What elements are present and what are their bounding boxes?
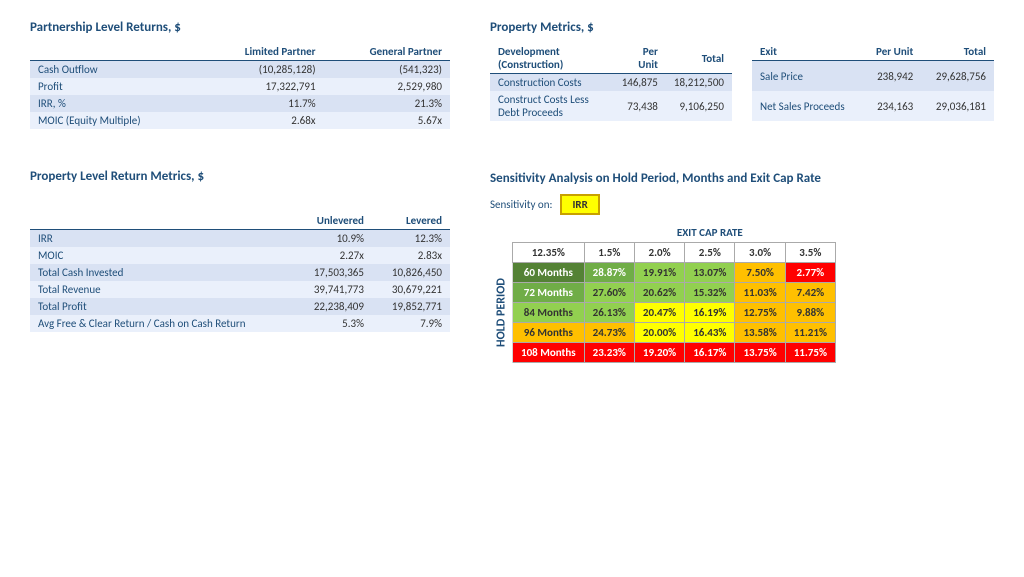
sensitivity-cell: 11.21%: [785, 323, 835, 343]
sensitivity-cell: 24.73%: [584, 323, 634, 343]
exit-col1: Per Unit: [863, 43, 922, 61]
sensitivity-cell: 15.32%: [685, 283, 735, 303]
property-level-title: Property Level Return Metrics, $: [30, 169, 450, 184]
exit-col2: Total: [921, 43, 994, 61]
partnership-col2-header: General Partner: [324, 43, 450, 61]
sensitivity-cell: 20.47%: [634, 303, 684, 323]
period-cell: 84 Months: [513, 303, 585, 323]
sensitivity-cell: 23.23%: [584, 343, 634, 363]
sensitivity-row: 108 Months23.23%19.20%16.17%13.75%11.75%: [490, 343, 835, 363]
exit-header: Exit: [752, 43, 863, 61]
table-row: Cash Outflow(10,285,128)(541,323): [30, 61, 450, 79]
sensitivity-cell: 9.88%: [785, 303, 835, 323]
period-cell: 96 Months: [513, 323, 585, 343]
hold-period-label: HOLD PERIOD: [490, 263, 513, 363]
property-metrics-title: Property Metrics, $: [490, 20, 994, 35]
sensitivity-cell: 28.87%: [584, 263, 634, 283]
exit-table: Exit Per Unit Total Sale Price238,94229,…: [752, 43, 994, 121]
sensitivity-table: EXIT CAP RATE 12.35% 1.5% 2.0% 2.5% 3.0%…: [490, 223, 836, 363]
cap-rate-col-2: 2.0%: [634, 243, 684, 263]
sensitivity-cell: 19.20%: [634, 343, 684, 363]
dev-col2: Total: [666, 43, 732, 74]
partnership-col1-header: Limited Partner: [200, 43, 324, 61]
table-row: IRR10.9%12.3%: [30, 230, 450, 248]
sensitivity-cell: 13.75%: [735, 343, 785, 363]
sensitivity-cell: 12.75%: [735, 303, 785, 323]
sensitivity-cell: 20.00%: [634, 323, 684, 343]
sensitivity-cell: 16.19%: [685, 303, 735, 323]
cap-rate-col-5: 3.5%: [785, 243, 835, 263]
property-level-table: Unlevered Levered IRR10.9%12.3%MOIC2.27x…: [30, 212, 450, 332]
dev-table: Development (Construction) Per Unit Tota…: [490, 43, 732, 121]
sensitivity-cell: 11.75%: [785, 343, 835, 363]
property-level-col2-header: Levered: [372, 212, 450, 230]
table-row: Construct Costs Less Debt Proceeds73,438…: [490, 91, 732, 121]
partnership-title: Partnership Level Returns, $: [30, 20, 450, 35]
period-cell: 60 Months: [513, 263, 585, 283]
sensitivity-cell: 20.62%: [634, 283, 684, 303]
sensitivity-cell: 7.42%: [785, 283, 835, 303]
sensitivity-row: 96 Months24.73%20.00%16.43%13.58%11.21%: [490, 323, 835, 343]
property-metrics-grid: Development (Construction) Per Unit Tota…: [490, 43, 994, 121]
sensitivity-row: 72 Months27.60%20.62%15.32%11.03%7.42%: [490, 283, 835, 303]
right-panel: Property Metrics, $ Development (Constru…: [490, 20, 994, 363]
sensitivity-cell: 2.77%: [785, 263, 835, 283]
table-row: Profit17,322,7912,529,980: [30, 78, 450, 95]
sensitivity-cell: 19.91%: [634, 263, 684, 283]
sensitivity-on-row: Sensitivity on: IRR: [490, 194, 994, 215]
property-level-col1-header: Unlevered: [294, 212, 372, 230]
sensitivity-row: 84 Months26.13%20.47%16.19%12.75%9.88%: [490, 303, 835, 323]
table-row: IRR, %11.7%21.3%: [30, 95, 450, 112]
cap-rate-col-3: 2.5%: [685, 243, 735, 263]
corner-cell: 12.35%: [513, 243, 585, 263]
sensitivity-title: Sensitivity Analysis on Hold Period, Mon…: [490, 171, 994, 186]
dev-col1: Per Unit: [613, 43, 666, 74]
dev-header: Development (Construction): [490, 43, 613, 74]
cap-rate-col-1: 1.5%: [584, 243, 634, 263]
sensitivity-row: HOLD PERIOD60 Months28.87%19.91%13.07%7.…: [490, 263, 835, 283]
sensitivity-cell: 26.13%: [584, 303, 634, 323]
table-row: MOIC (Equity Multiple)2.68x5.67x: [30, 112, 450, 129]
sensitivity-section: Sensitivity Analysis on Hold Period, Mon…: [490, 171, 994, 363]
period-cell: 108 Months: [513, 343, 585, 363]
table-row: Construction Costs146,87518,212,500: [490, 74, 732, 92]
property-metrics-section: Property Metrics, $ Development (Constru…: [490, 20, 994, 121]
sensitivity-cell: 27.60%: [584, 283, 634, 303]
table-row: Total Revenue39,741,77330,679,221: [30, 281, 450, 298]
table-row: Net Sales Proceeds234,16329,036,181: [752, 91, 994, 121]
sensitivity-cell: 13.58%: [735, 323, 785, 343]
sensitivity-cell: 16.43%: [685, 323, 735, 343]
sensitivity-cell: 13.07%: [685, 263, 735, 283]
sensitivity-cell: 7.50%: [735, 263, 785, 283]
sensitivity-cell: 11.03%: [735, 283, 785, 303]
table-row: MOIC2.27x2.83x: [30, 247, 450, 264]
irr-box: IRR: [560, 194, 599, 215]
exit-cap-rate-label: EXIT CAP RATE: [584, 223, 835, 243]
table-row: Sale Price238,94229,628,756: [752, 61, 994, 92]
table-row: Avg Free & Clear Return / Cash on Cash R…: [30, 315, 450, 332]
cap-rate-col-4: 3.0%: [735, 243, 785, 263]
sensitivity-cell: 16.17%: [685, 343, 735, 363]
partnership-table: Limited Partner General Partner Cash Out…: [30, 43, 450, 129]
sensitivity-on-label: Sensitivity on:: [490, 198, 552, 211]
period-cell: 72 Months: [513, 283, 585, 303]
main-layout: Partnership Level Returns, $ Limited Par…: [30, 20, 994, 363]
table-row: Total Cash Invested17,503,36510,826,450: [30, 264, 450, 281]
left-panel: Partnership Level Returns, $ Limited Par…: [30, 20, 450, 363]
table-row: Total Profit22,238,40919,852,771: [30, 298, 450, 315]
